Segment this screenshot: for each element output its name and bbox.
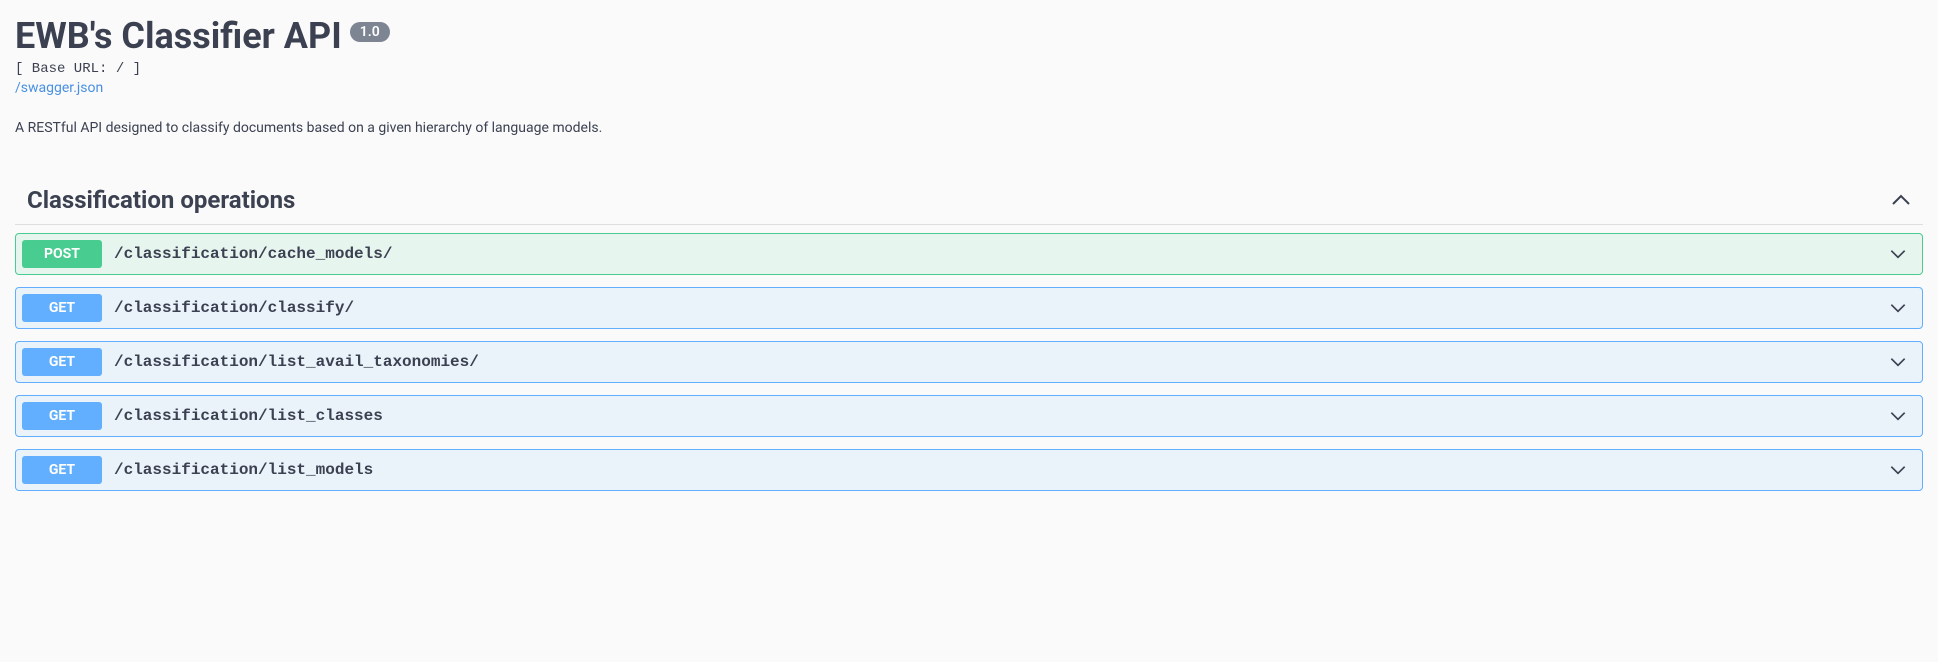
operation-path: /classification/list_classes	[114, 407, 1888, 425]
operation-list-avail-taxonomies[interactable]: GET /classification/list_avail_taxonomie…	[15, 341, 1923, 383]
chevron-down-icon	[1888, 406, 1908, 426]
operation-cache-models[interactable]: POST /classification/cache_models/	[15, 233, 1923, 275]
api-title: EWB's Classifier API	[15, 15, 342, 57]
api-description: A RESTful API designed to classify docum…	[15, 120, 1923, 136]
title-row: EWB's Classifier API 1.0	[15, 15, 1923, 57]
spec-link[interactable]: /swagger.json	[15, 80, 103, 96]
method-badge: GET	[22, 294, 102, 322]
chevron-down-icon	[1888, 244, 1908, 264]
operation-path: /classification/list_models	[114, 461, 1888, 479]
section-header[interactable]: Classification operations	[15, 176, 1923, 225]
operation-path: /classification/classify/	[114, 299, 1888, 317]
operation-list-classes[interactable]: GET /classification/list_classes	[15, 395, 1923, 437]
operations-list: POST /classification/cache_models/ GET /…	[15, 225, 1923, 511]
chevron-down-icon	[1888, 298, 1908, 318]
section-title: Classification operations	[27, 186, 295, 214]
operation-list-models[interactable]: GET /classification/list_models	[15, 449, 1923, 491]
operation-path: /classification/cache_models/	[114, 245, 1888, 263]
chevron-down-icon	[1888, 352, 1908, 372]
operation-classify[interactable]: GET /classification/classify/	[15, 287, 1923, 329]
method-badge: GET	[22, 348, 102, 376]
version-badge: 1.0	[350, 22, 390, 42]
chevron-down-icon	[1888, 460, 1908, 480]
operations-section: Classification operations POST /classifi…	[15, 176, 1923, 511]
method-badge: POST	[22, 240, 102, 268]
chevron-up-icon	[1891, 190, 1911, 210]
api-header: EWB's Classifier API 1.0 [ Base URL: / ]…	[15, 15, 1923, 136]
method-badge: GET	[22, 456, 102, 484]
method-badge: GET	[22, 402, 102, 430]
base-url-label: [ Base URL: / ]	[15, 61, 1923, 77]
operation-path: /classification/list_avail_taxonomies/	[114, 353, 1888, 371]
